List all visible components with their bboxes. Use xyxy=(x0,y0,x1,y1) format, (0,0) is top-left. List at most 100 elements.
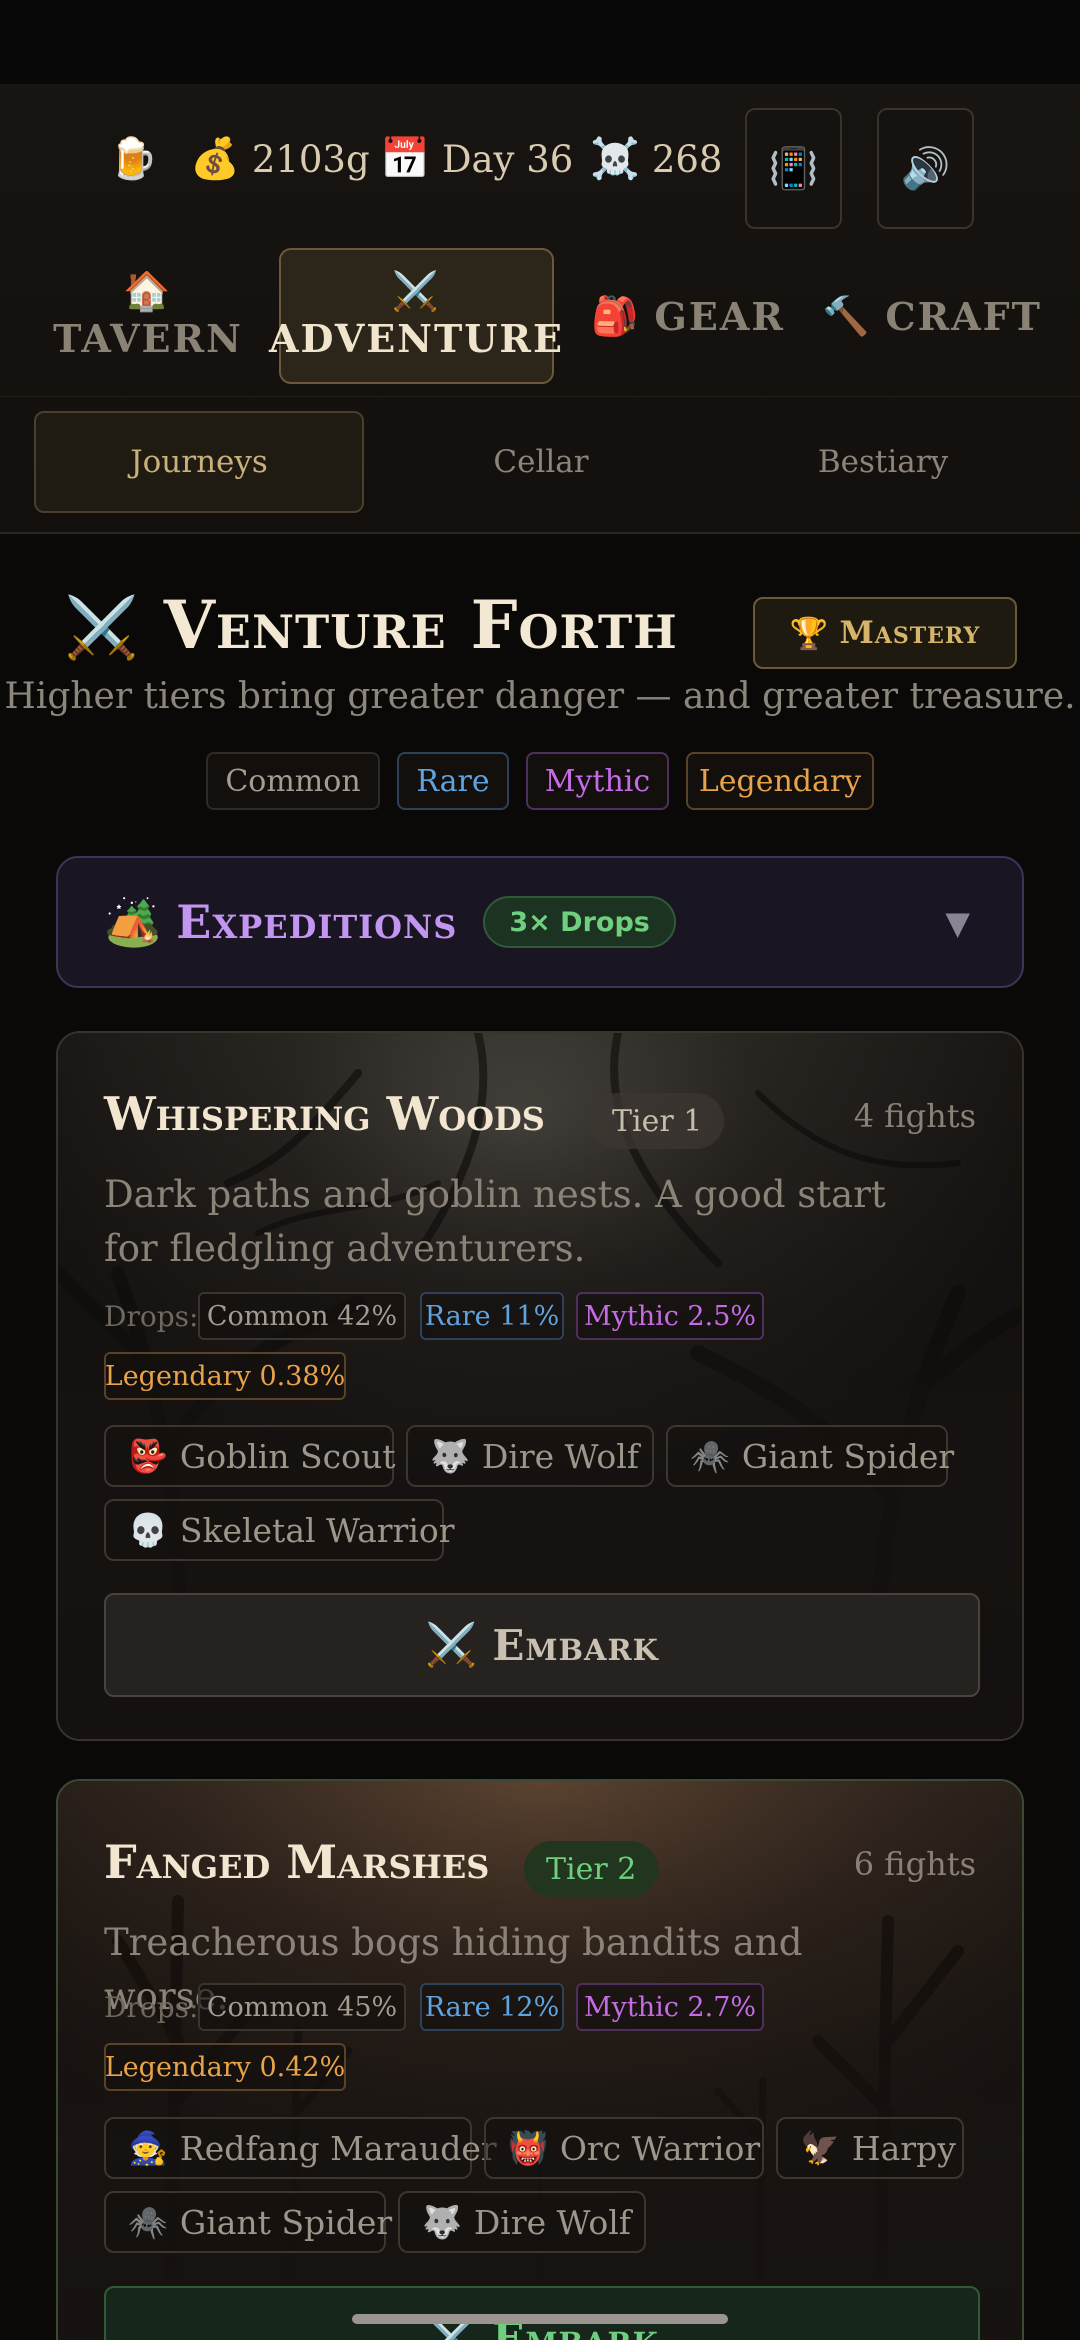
tier-badge: Tier 2 xyxy=(524,1841,659,1897)
skull-icon: 💀 xyxy=(128,1511,168,1549)
enemy-chip: 🧙 Redfang Marauder xyxy=(104,2117,497,2179)
drop-common: Common 42% xyxy=(198,1292,406,1340)
tab-adventure[interactable]: ⚔️ ADVENTURE xyxy=(269,248,562,384)
rarity-legendary: Legendary xyxy=(686,752,874,810)
enemy-name: Dire Wolf xyxy=(481,1436,639,1476)
calendar-icon: 📅 xyxy=(380,136,430,182)
home-indicator xyxy=(352,2314,728,2324)
card-title: Fanged Marshes xyxy=(104,1835,490,1889)
subtab-bar: Journeys Cellar Bestiary xyxy=(0,396,1080,534)
drop-mythic: Mythic 2.7% xyxy=(576,1983,764,2031)
enemy-chip: 👹 Orc Warrior xyxy=(484,2117,764,2179)
enemy-name: Dire Wolf xyxy=(473,2202,631,2242)
drop-legendary: Legendary 0.42% xyxy=(104,2043,346,2091)
enemy-chip: 🦅 Harpy xyxy=(776,2117,964,2179)
crossed-swords-icon: ⚔️ xyxy=(64,593,140,663)
enemy-name: Goblin Scout xyxy=(179,1436,396,1476)
beer-mug-icon: 🍺 xyxy=(108,136,158,182)
drop-legendary: Legendary 0.38% xyxy=(104,1352,346,1400)
tab-tavern[interactable]: 🏠 TAVERN xyxy=(50,248,246,384)
ogre-icon: 👹 xyxy=(508,2129,548,2167)
mage-icon: 🧙 xyxy=(128,2129,168,2167)
status-bar xyxy=(0,0,1080,84)
enemy-chip: 👺 Goblin Scout xyxy=(104,1425,396,1487)
rarity-mythic: Mythic xyxy=(526,752,669,810)
expedition-card-fanged-marshes: Fanged Marshes Tier 2 6 fights Treachero… xyxy=(56,1779,1024,2340)
trophy-icon: 🏆 xyxy=(789,615,830,652)
tab-gear[interactable]: 🎒 GEAR xyxy=(591,248,783,384)
enemy-chip: 💀 Skeletal Warrior xyxy=(104,1499,455,1561)
camping-icon: 🏕️ xyxy=(104,894,163,949)
enemy-name: Giant Spider xyxy=(179,2202,393,2242)
crossed-swords-icon: ⚔️ xyxy=(391,267,442,313)
kills-stat: ☠️ 268 xyxy=(590,139,722,179)
rarity-common: Common xyxy=(206,752,380,810)
eagle-icon: 🦅 xyxy=(800,2129,840,2167)
chevron-down-icon: ▼ xyxy=(945,904,970,942)
subtab-bestiary[interactable]: Bestiary xyxy=(718,411,1048,513)
enemy-name: Redfang Marauder xyxy=(179,2128,497,2168)
drops-label: Drops: xyxy=(104,1991,199,2024)
subtab-journeys[interactable]: Journeys xyxy=(34,411,364,513)
gold-stat: 💰 2103g xyxy=(190,139,370,179)
drops-label: Drops: xyxy=(104,1300,199,1333)
ale-stat: 🍺 xyxy=(108,139,170,179)
drops-multiplier-badge: 3× Drops xyxy=(483,896,676,948)
goblin-icon: 👺 xyxy=(128,1437,168,1475)
enemy-name: Giant Spider xyxy=(741,1436,955,1476)
expeditions-toggle[interactable]: 🏕️ Expeditions 3× Drops ▼ xyxy=(56,856,1024,988)
speaker-icon: 🔊 xyxy=(900,146,951,192)
subtab-cellar[interactable]: Cellar xyxy=(376,411,706,513)
tab-craft-label: CRAFT xyxy=(885,293,1042,339)
backpack-icon: 🎒 xyxy=(591,293,641,338)
kills-value: 268 xyxy=(651,138,723,181)
tier-badge: Tier 1 xyxy=(590,1093,725,1149)
money-bag-icon: 💰 xyxy=(190,136,240,182)
vibrate-button[interactable]: 📳 xyxy=(745,108,842,229)
expedition-card-whispering-woods: Whispering Woods Tier 1 4 fights Dark pa… xyxy=(56,1031,1024,1741)
fight-count: 6 fights xyxy=(853,1845,976,1883)
rarity-rare: Rare xyxy=(397,752,509,810)
page-title-text: Venture Forth xyxy=(163,586,678,664)
crossed-swords-icon: ⚔️ xyxy=(425,1620,479,1669)
expeditions-title: 🏕️ Expeditions xyxy=(104,895,457,950)
drop-mythic: Mythic 2.5% xyxy=(576,1292,764,1340)
embark-button[interactable]: ⚔️ Embark xyxy=(104,1593,980,1697)
house-icon: 🏠 xyxy=(123,267,173,313)
vibrate-icon: 📳 xyxy=(768,146,819,192)
drop-rare: Rare 12% xyxy=(420,1983,564,2031)
card-title: Whispering Woods xyxy=(104,1087,545,1141)
embark-button[interactable]: ⚔️ Embark xyxy=(104,2286,980,2340)
rarity-legend: Common Rare Mythic Legendary xyxy=(0,752,1080,810)
enemy-chip: 🕷️ Giant Spider xyxy=(666,1425,954,1487)
page-subtitle: Higher tiers bring greater danger — and … xyxy=(4,676,1076,717)
mastery-button[interactable]: 🏆 Mastery xyxy=(753,597,1017,669)
enemy-chip: 🕷️ Giant Spider xyxy=(104,2191,392,2253)
tab-craft[interactable]: 🔨 CRAFT xyxy=(822,248,1040,384)
tab-tavern-label: TAVERN xyxy=(53,315,243,361)
tab-adventure-label: ADVENTURE xyxy=(269,315,564,361)
tab-gear-label: GEAR xyxy=(654,293,785,339)
mastery-label: Mastery xyxy=(839,615,981,651)
embark-label: Embark xyxy=(492,1620,659,1670)
drop-common: Common 45% xyxy=(198,1983,406,2031)
skull-crossbones-icon: ☠️ xyxy=(590,136,640,182)
wolf-icon: 🐺 xyxy=(430,1437,470,1475)
fight-count: 4 fights xyxy=(853,1097,976,1135)
drop-rare: Rare 11% xyxy=(420,1292,564,1340)
enemy-chip: 🐺 Dire Wolf xyxy=(406,1425,654,1487)
spider-icon: 🕷️ xyxy=(128,2203,168,2241)
enemy-chip: 🐺 Dire Wolf xyxy=(398,2191,646,2253)
expeditions-title-text: Expeditions xyxy=(176,894,458,949)
wolf-icon: 🐺 xyxy=(422,2203,462,2241)
card-description: Dark paths and goblin nests. A good star… xyxy=(104,1173,886,1270)
sound-button[interactable]: 🔊 xyxy=(877,108,974,229)
gold-value: 2103g xyxy=(251,138,370,181)
day-stat: 📅 Day 36 xyxy=(380,139,573,179)
spider-icon: 🕷️ xyxy=(690,1437,730,1475)
enemy-name: Orc Warrior xyxy=(559,2128,761,2168)
hammer-icon: 🔨 xyxy=(822,293,872,338)
enemy-name: Skeletal Warrior xyxy=(179,1510,455,1550)
page-title: ⚔️ Venture Forth xyxy=(64,585,678,668)
day-value: Day 36 xyxy=(441,138,574,181)
